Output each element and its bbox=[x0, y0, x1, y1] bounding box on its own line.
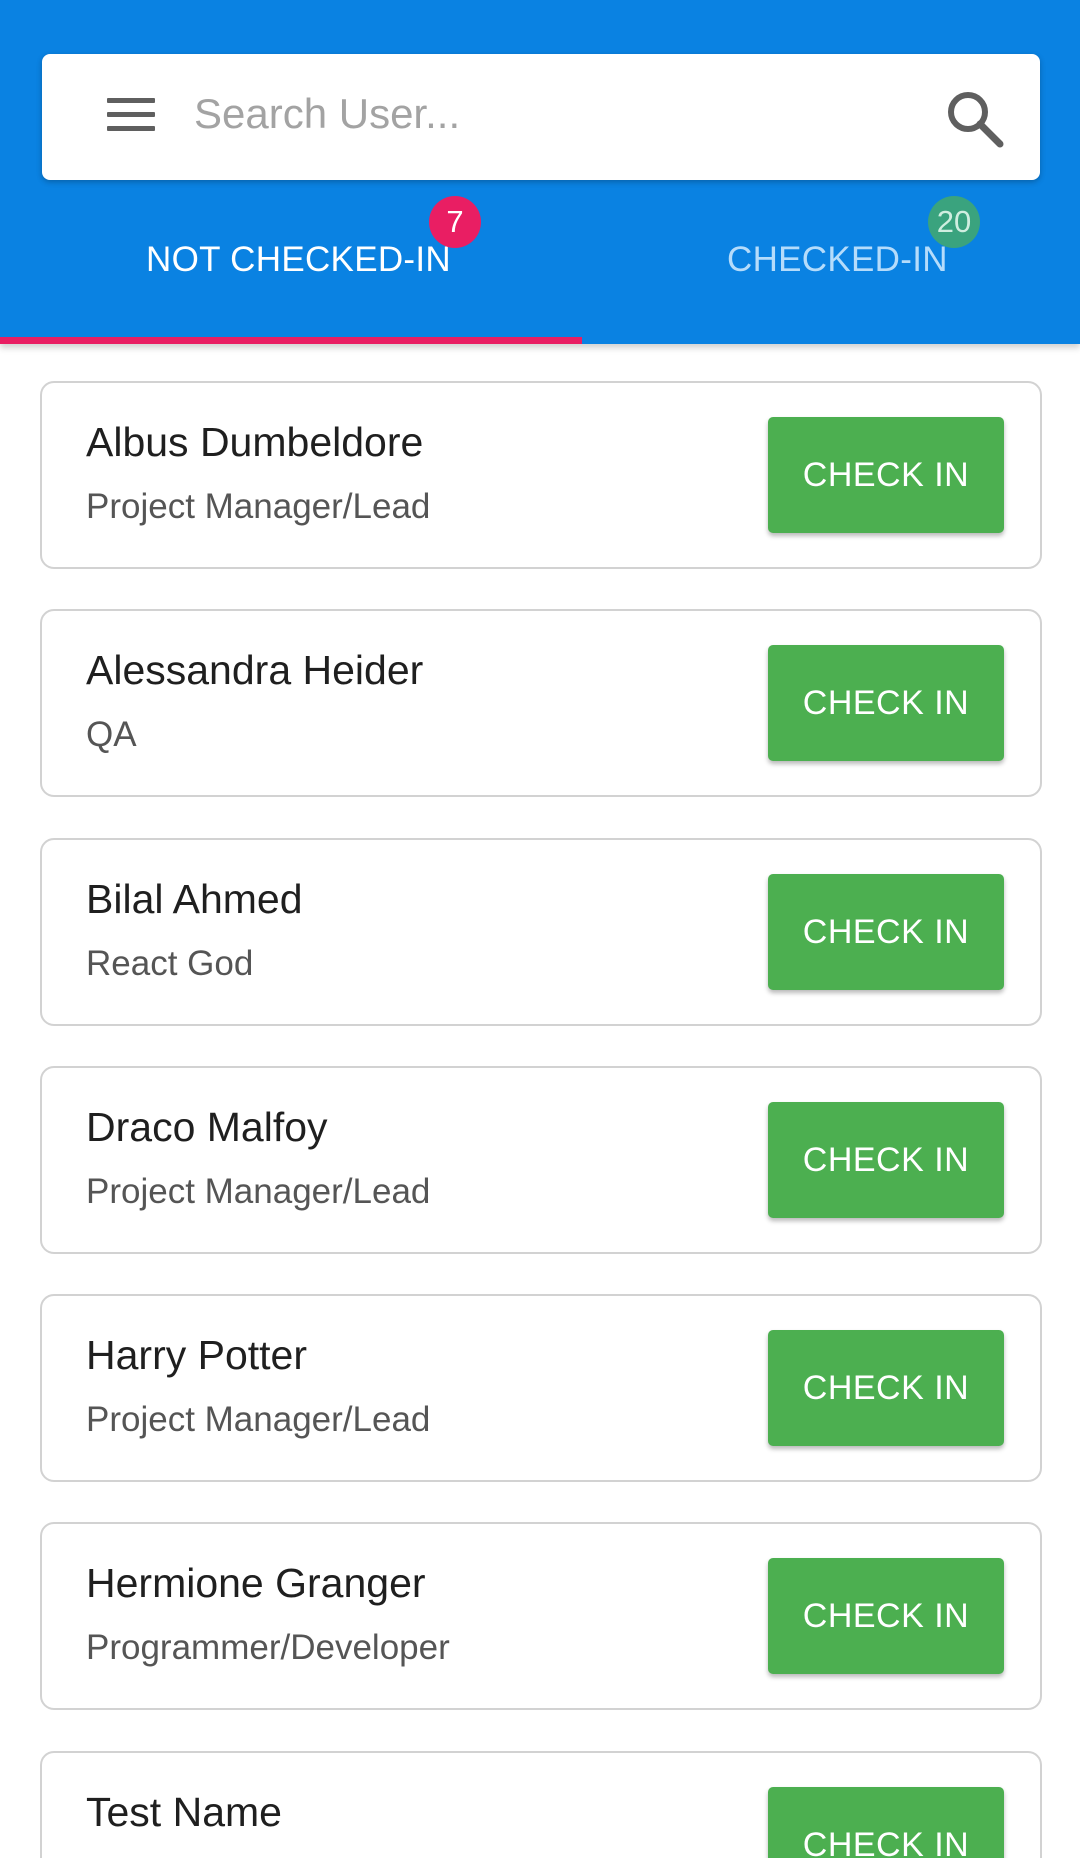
user-card: Harry Potter Project Manager/Lead CHECK … bbox=[40, 1294, 1042, 1482]
user-card: Test Name CHECK IN bbox=[40, 1751, 1042, 1858]
checked-in-count-badge: 20 bbox=[928, 196, 980, 248]
check-in-button[interactable]: CHECK IN bbox=[768, 1558, 1004, 1674]
user-card: Bilal Ahmed React God CHECK IN bbox=[40, 838, 1042, 1026]
user-role: Project Manager/Lead bbox=[86, 1400, 431, 1439]
user-name: Bilal Ahmed bbox=[86, 876, 303, 922]
user-role: Project Manager/Lead bbox=[86, 487, 431, 526]
user-card: Draco Malfoy Project Manager/Lead CHECK … bbox=[40, 1066, 1042, 1254]
tab-not-checked-in-label: NOT CHECKED-IN bbox=[146, 240, 451, 279]
hamburger-menu-icon[interactable] bbox=[107, 98, 155, 132]
check-in-button[interactable]: CHECK IN bbox=[768, 1330, 1004, 1446]
user-name: Hermione Granger bbox=[86, 1560, 426, 1606]
user-name: Draco Malfoy bbox=[86, 1104, 328, 1150]
check-in-button[interactable]: CHECK IN bbox=[768, 645, 1004, 761]
search-input[interactable] bbox=[194, 78, 914, 150]
user-name: Albus Dumbeldore bbox=[86, 419, 424, 465]
tab-checked-in-label: CHECKED-IN bbox=[727, 240, 948, 279]
user-role: Programmer/Developer bbox=[86, 1628, 450, 1667]
user-name: Harry Potter bbox=[86, 1332, 307, 1378]
search-icon[interactable] bbox=[944, 88, 1006, 150]
app-screen: NOT CHECKED-IN 7 CHECKED-IN 20 Albus Dum… bbox=[0, 0, 1080, 1858]
check-in-button[interactable]: CHECK IN bbox=[768, 1787, 1004, 1858]
check-in-button[interactable]: CHECK IN bbox=[768, 874, 1004, 990]
menu-line bbox=[107, 126, 155, 131]
user-role: Project Manager/Lead bbox=[86, 1172, 431, 1211]
user-card: Albus Dumbeldore Project Manager/Lead CH… bbox=[40, 381, 1042, 569]
user-card: Alessandra Heider QA CHECK IN bbox=[40, 609, 1042, 797]
check-in-button[interactable]: CHECK IN bbox=[768, 1102, 1004, 1218]
check-in-button[interactable]: CHECK IN bbox=[768, 417, 1004, 533]
not-checked-in-count-badge: 7 bbox=[429, 196, 481, 248]
app-header: NOT CHECKED-IN 7 CHECKED-IN 20 bbox=[0, 0, 1080, 344]
user-card: Hermione Granger Programmer/Developer CH… bbox=[40, 1522, 1042, 1710]
user-name: Alessandra Heider bbox=[86, 647, 424, 693]
user-list: Albus Dumbeldore Project Manager/Lead CH… bbox=[0, 344, 1080, 1858]
menu-line bbox=[107, 112, 155, 117]
user-name: Test Name bbox=[86, 1789, 282, 1835]
menu-line bbox=[107, 98, 155, 103]
user-role: QA bbox=[86, 715, 137, 754]
active-tab-indicator bbox=[0, 337, 582, 344]
user-role: React God bbox=[86, 944, 254, 983]
